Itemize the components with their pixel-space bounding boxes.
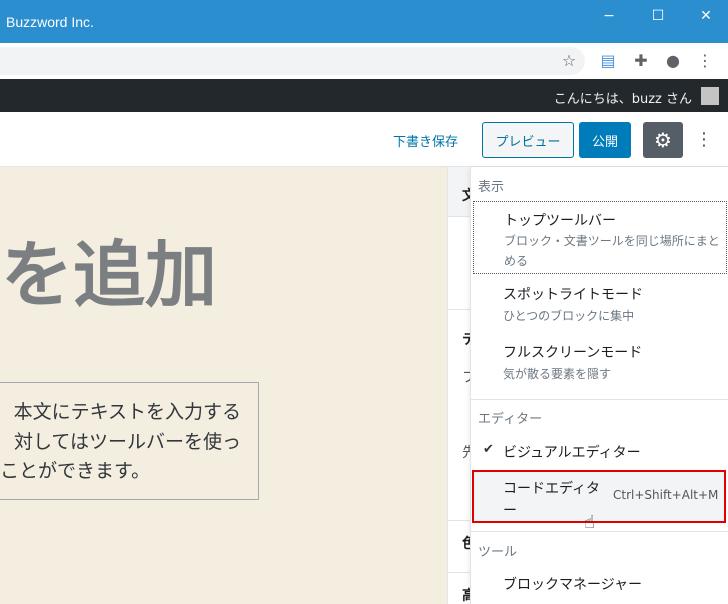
menu-item-code-editor[interactable]: コードエディター Ctrl+Shift+Alt+M [472,470,726,523]
hand-cursor-icon: ☝ [584,512,595,533]
wp-admin-bar: こんにちは、buzz さん [0,79,728,112]
paragraph-line: 本文にテキストを入力する [13,401,241,423]
more-vertical-icon: ⋮ [695,129,713,150]
menu-item-visual-editor[interactable]: ✔ ビジュアルエディター [473,437,727,467]
puzzle-extension-icon[interactable]: ✚ [630,51,652,70]
post-title[interactable]: を追加 [1,239,217,311]
reader-extension-icon[interactable]: ▤ [597,51,619,70]
menu-item-spotlight-mode[interactable]: スポットライトモード ひとつのブロックに集中 [473,277,727,327]
menu-item-top-toolbar[interactable]: トップツールバー ブロック・文書ツールを同じ場所にまとめる [473,201,727,274]
gear-icon: ⚙ [654,128,672,152]
close-button[interactable]: ✕ [691,8,721,28]
paragraph-line: 対してはツールバーを使っ [13,431,241,453]
settings-button[interactable]: ⚙ [643,122,683,158]
menu-section-view: 表示 [478,180,505,195]
menu-item-fullscreen-mode[interactable]: フルスクリーンモード 気が散る要素を隠す [473,335,727,385]
kebab-menu-icon[interactable]: ⋮ [694,51,716,70]
more-tools-menu: 表示 トップツールバー ブロック・文書ツールを同じ場所にまとめる スポットライト… [470,167,728,604]
publish-button[interactable]: 公開 [579,122,631,158]
avatar[interactable] [701,87,719,105]
menu-section-tools: ツール [478,545,518,560]
preview-button[interactable]: プレビュー [482,122,574,158]
shortcut-label: Ctrl+Shift+Alt+M [613,488,719,502]
window-title: Buzzword Inc. [6,14,94,30]
paragraph-line: ることができます。 [0,460,151,482]
menu-item-block-manager[interactable]: ブロックマネージャー [473,569,727,599]
settings-sidebar: 文 テ フ 先 色 高 [447,167,471,604]
editor-header: 下書き保存 プレビュー 公開 ⚙ ⋮ [0,112,728,167]
star-icon[interactable]: ☆ [558,51,580,70]
paragraph-block[interactable]: 本文にテキストを入力する 対してはツールバーを使っ ることができます。 [0,382,259,500]
profile-icon[interactable]: ● [662,51,684,70]
save-draft-button[interactable]: 下書き保存 [393,131,458,150]
user-greeting[interactable]: こんにちは、buzz さん [554,88,692,107]
more-tools-button[interactable]: ⋮ [695,122,713,158]
browser-toolbar: ☆ ▤ ✚ ● ⋮ [0,43,728,79]
maximize-button[interactable]: ☐ [643,8,673,28]
check-icon: ✔ [483,442,494,457]
editor-canvas: を追加 本文にテキストを入力する 対してはツールバーを使っ ることができます。 [0,167,447,604]
minimize-button[interactable]: − [594,8,624,28]
menu-section-editor: エディター [478,412,543,427]
window-titlebar: Buzzword Inc. − ☐ ✕ [0,0,728,43]
address-bar[interactable] [0,47,585,75]
